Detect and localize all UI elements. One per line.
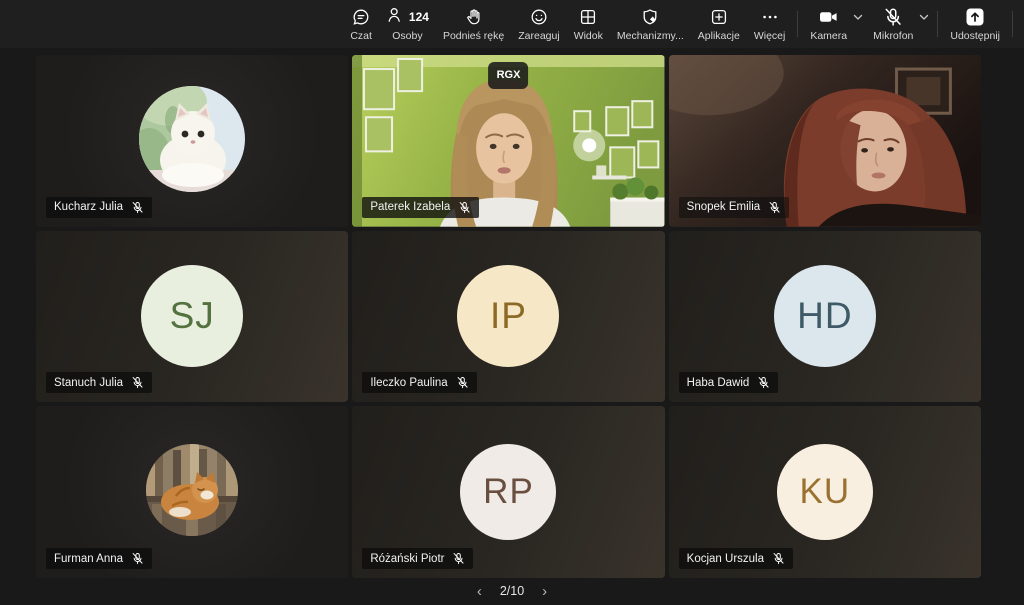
- mic-muted-icon: [452, 552, 465, 565]
- participant-tile-furman-anna[interactable]: Furman Anna: [36, 406, 348, 578]
- microphone-muted-icon: [883, 7, 903, 27]
- participant-count-badge: 124: [409, 10, 429, 24]
- view-button[interactable]: Widok: [567, 1, 610, 47]
- avatar-image-orange-cat: [146, 444, 238, 536]
- toolbar-label-share: Udostępnij: [950, 30, 1000, 42]
- avatar-initials: KU: [777, 444, 873, 540]
- react-button[interactable]: Zareaguj: [511, 1, 566, 47]
- apps-plus-icon: [709, 7, 729, 27]
- meeting-toolbar: Czat 124 Osoby: [0, 0, 1024, 48]
- raise-hand-button[interactable]: Podnieś rękę: [436, 1, 511, 47]
- toolbar-divider: [1012, 11, 1013, 37]
- participant-name: Paterek Izabela: [370, 201, 450, 213]
- share-screen-icon: [965, 7, 985, 27]
- more-dots-icon: [760, 7, 780, 27]
- meeting-window: Czat 124 Osoby: [0, 0, 1024, 605]
- toolbar-label-chat: Czat: [350, 30, 372, 42]
- raise-hand-icon: [464, 7, 484, 27]
- toolbar-label-more: Więcej: [754, 30, 786, 42]
- participant-name-badge: Haba Dawid: [679, 372, 779, 393]
- mic-muted-icon: [456, 376, 469, 389]
- participant-name: Haba Dawid: [687, 377, 750, 389]
- avatar-initials: SJ: [141, 265, 243, 367]
- camera-options-chevron-icon[interactable]: [852, 11, 864, 23]
- toolbar-label-more-apps: Aplikacje: [698, 30, 740, 42]
- participant-tile-ileczko-paulina[interactable]: IP Ileczko Paulina: [352, 231, 664, 403]
- toolbar-divider: [797, 11, 798, 37]
- participant-name-badge: Paterek Izabela: [362, 197, 479, 218]
- participant-tile-haba-dawid[interactable]: HD Haba Dawid: [669, 231, 981, 403]
- mic-muted-icon: [131, 201, 144, 214]
- mechanisms-button[interactable]: Mechanizmy...: [610, 1, 691, 47]
- toolbar-label-react: Zareaguj: [518, 30, 559, 42]
- microphone-options-chevron-icon[interactable]: [918, 11, 930, 23]
- toolbar-label-view: Widok: [574, 30, 603, 42]
- previous-page-chevron-icon[interactable]: ‹: [475, 584, 484, 599]
- participant-name-badge: Ileczko Paulina: [362, 372, 476, 393]
- mic-muted-icon: [131, 552, 144, 565]
- participant-tile-kocjan-urszula[interactable]: KU Kocjan Urszula: [669, 406, 981, 578]
- participant-name-badge: Furman Anna: [46, 548, 152, 569]
- participant-name: Różański Piotr: [370, 553, 444, 565]
- people-button[interactable]: 124 Osoby: [379, 1, 436, 47]
- chat-icon: [351, 7, 371, 27]
- share-button[interactable]: Udostępnij: [943, 1, 1007, 47]
- page-indicator: 2/10: [500, 584, 524, 598]
- toolbar-divider: [937, 11, 938, 37]
- participant-name-badge: Stanuch Julia: [46, 372, 152, 393]
- avatar-image-white-cat: [139, 86, 245, 192]
- participant-name-badge: Snopek Emilia: [679, 197, 790, 218]
- breakout-room-badge: RGX: [489, 62, 529, 89]
- camera-button[interactable]: Kamera: [803, 1, 854, 47]
- chat-button[interactable]: Czat: [343, 1, 379, 47]
- react-smiley-icon: [529, 7, 549, 27]
- participant-name: Stanuch Julia: [54, 377, 123, 389]
- participant-name: Ileczko Paulina: [370, 377, 447, 389]
- participant-name: Kucharz Julia: [54, 201, 123, 213]
- participant-name-badge: Różański Piotr: [362, 548, 473, 569]
- participant-tile-stanuch-julia[interactable]: SJ Stanuch Julia: [36, 231, 348, 403]
- participant-name-badge: Kucharz Julia: [46, 197, 152, 218]
- avatar-initials: IP: [457, 265, 559, 367]
- gallery-pagination: ‹ 2/10 ›: [0, 580, 1024, 602]
- participant-tile-snopek-emilia[interactable]: Snopek Emilia: [669, 55, 981, 227]
- participant-name: Kocjan Urszula: [687, 553, 764, 565]
- participant-tile-kucharz-julia[interactable]: Kucharz Julia: [36, 55, 348, 227]
- participant-name: Snopek Emilia: [687, 201, 761, 213]
- mic-muted-icon: [131, 376, 144, 389]
- participant-name: Furman Anna: [54, 553, 123, 565]
- toolbar-label-people: Osoby: [392, 30, 422, 42]
- toolbar-label-microphone: Mikrofon: [873, 30, 913, 42]
- participant-grid: Kucharz Julia: [36, 55, 981, 578]
- participant-tile-paterek-izabela[interactable]: RGX Paterek Izabela: [352, 55, 664, 227]
- shield-gear-icon: [640, 7, 660, 27]
- avatar-initials: RP: [460, 444, 556, 540]
- camera-icon: [818, 7, 840, 27]
- avatar-initials: HD: [774, 265, 876, 367]
- mic-muted-icon: [458, 201, 471, 214]
- toolbar-label-mechanisms: Mechanizmy...: [617, 30, 684, 42]
- microphone-button[interactable]: Mikrofon: [866, 1, 920, 47]
- participant-tile-rozanski-piotr[interactable]: RP Różański Piotr: [352, 406, 664, 578]
- apps-button[interactable]: Aplikacje: [691, 1, 747, 47]
- mic-muted-icon: [772, 552, 785, 565]
- participant-name-badge: Kocjan Urszula: [679, 548, 793, 569]
- toolbar-label-raise-hand: Podnieś rękę: [443, 30, 504, 42]
- view-grid-icon: [578, 7, 598, 27]
- people-icon: [386, 5, 406, 28]
- toolbar-label-camera: Kamera: [810, 30, 847, 42]
- more-button[interactable]: Więcej: [747, 1, 793, 47]
- mic-muted-icon: [757, 376, 770, 389]
- next-page-chevron-icon[interactable]: ›: [540, 584, 549, 599]
- mic-muted-icon: [768, 201, 781, 214]
